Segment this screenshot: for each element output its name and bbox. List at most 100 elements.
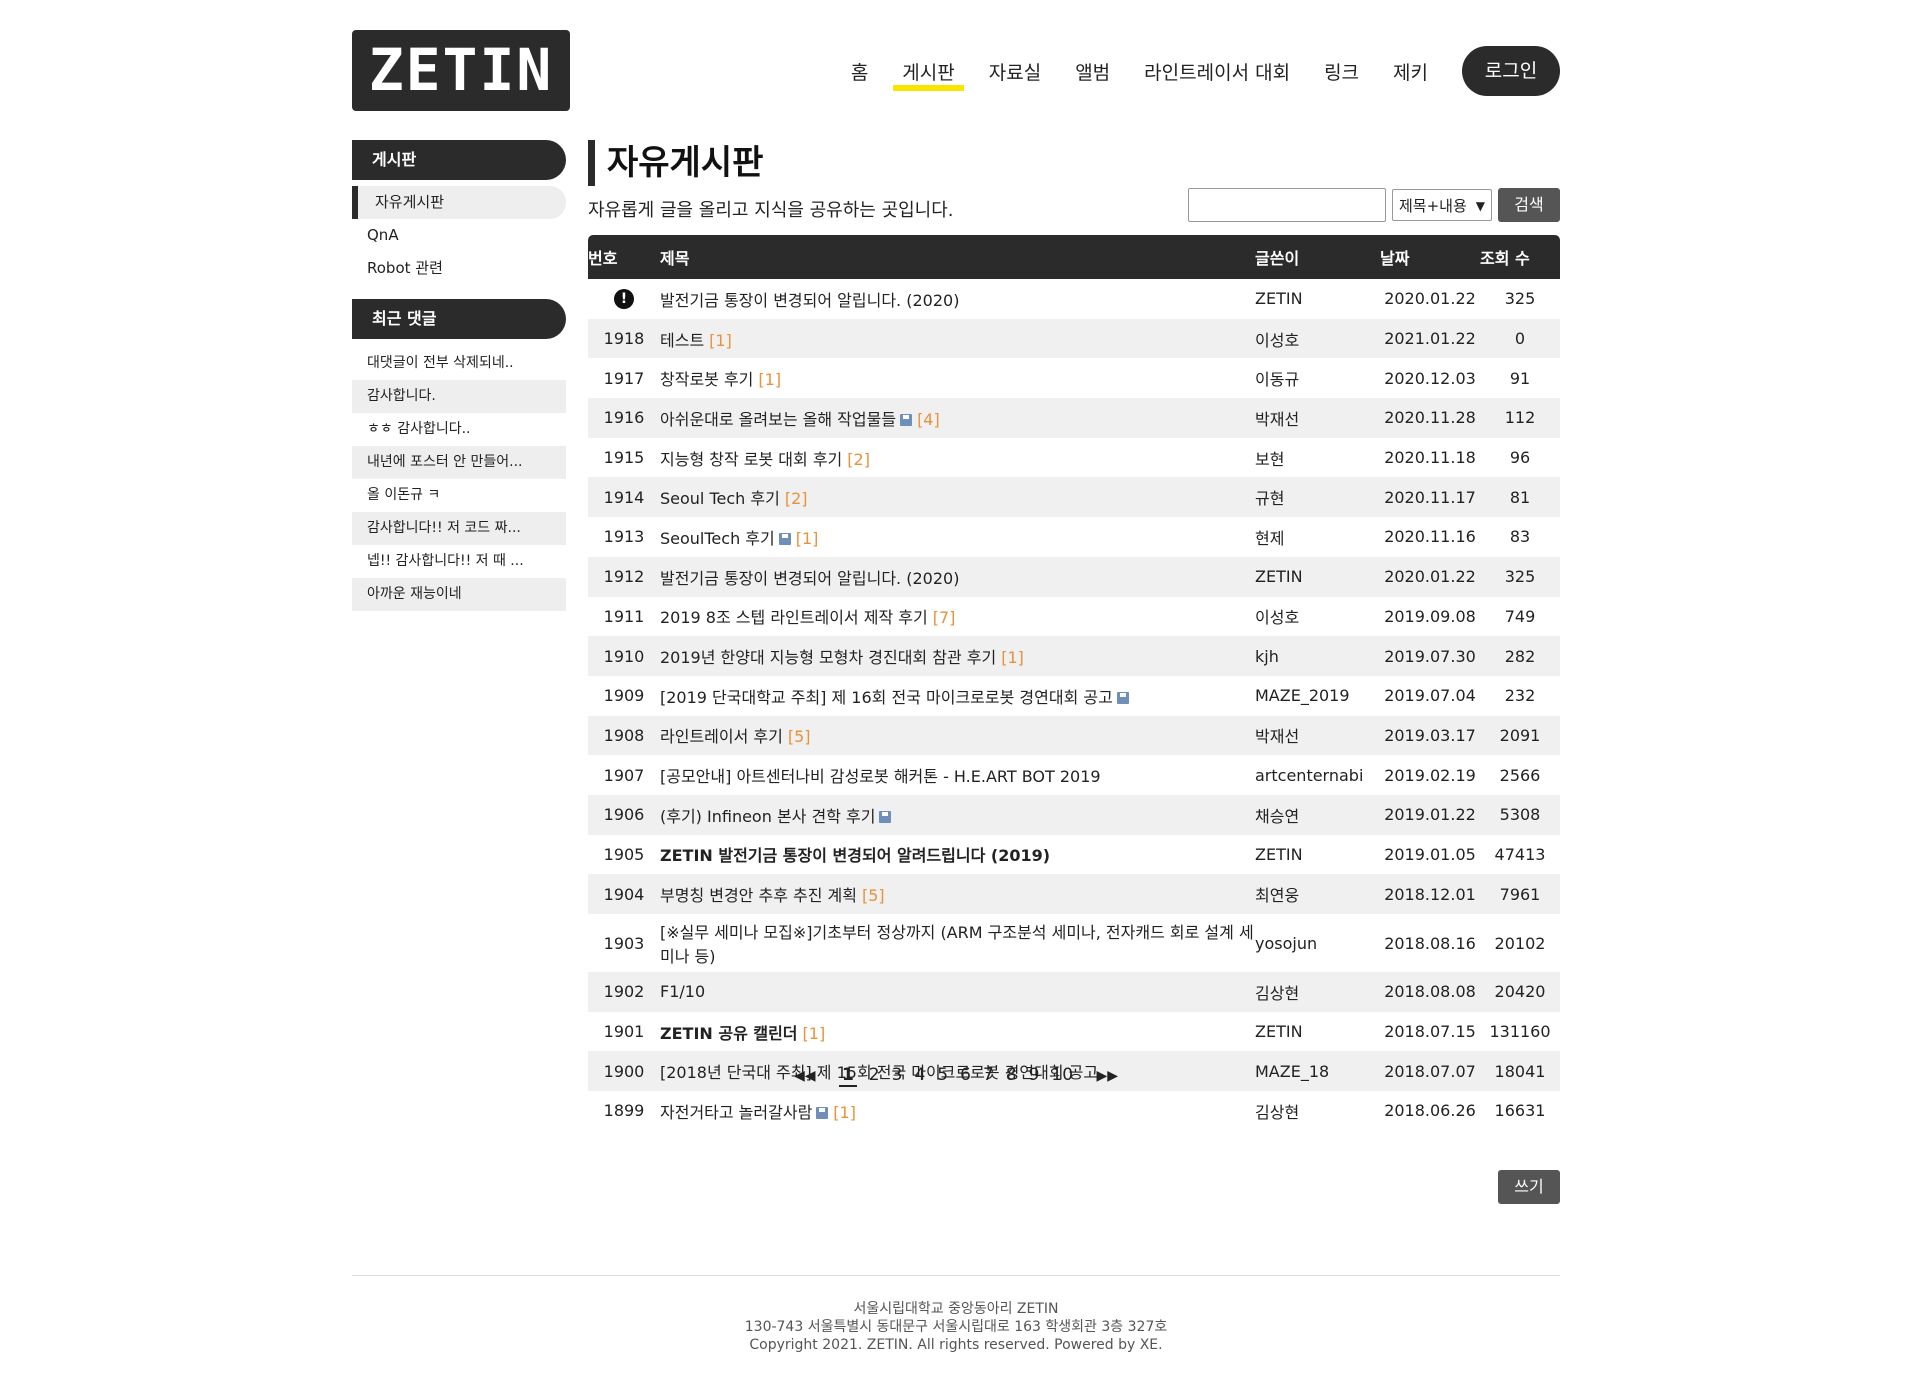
comment-count[interactable]: [2]	[847, 450, 870, 469]
post-title-link[interactable]: [공모안내] 아트센터나비 감성로봇 해커톤 - H.E.ART BOT 201…	[660, 767, 1101, 786]
comment-count[interactable]: [1]	[758, 370, 781, 389]
recent-comment[interactable]: 넵!! 감사합니다!! 저 때 ...	[352, 545, 566, 578]
table-row[interactable]: 1901 ZETIN 공유 캘린더 [1] ZETIN 2018.07.15 131160	[588, 1012, 1560, 1052]
table-row[interactable]: 1917 창작로봇 후기 [1] 이동규 2020.12.03 91	[588, 358, 1560, 398]
recent-comment[interactable]: 감사합니다.	[352, 380, 566, 413]
comment-count[interactable]: [4]	[917, 410, 940, 429]
post-author[interactable]: ZETIN	[1255, 279, 1380, 319]
post-title-link[interactable]: 테스트	[660, 331, 704, 350]
comment-count[interactable]: [1]	[833, 1103, 856, 1122]
post-author[interactable]: ZETIN	[1255, 835, 1380, 875]
post-author[interactable]: 박재선	[1255, 716, 1380, 756]
sidebar-item-qna[interactable]: QnA	[352, 219, 566, 252]
post-author[interactable]: 박재선	[1255, 398, 1380, 438]
search-input[interactable]	[1188, 188, 1386, 222]
post-title-link[interactable]: ZETIN 발전기금 통장이 변경되어 알려드립니다 (2019)	[660, 846, 1050, 865]
post-author[interactable]: 김상현	[1255, 1091, 1380, 1131]
post-title-link[interactable]: 자전거타고 놀러갈사람	[660, 1103, 812, 1122]
login-button[interactable]: 로그인	[1462, 46, 1560, 96]
page-link[interactable]: 2	[869, 1065, 880, 1085]
post-title-link[interactable]: Seoul Tech 후기	[660, 489, 780, 508]
page-link[interactable]: 3	[892, 1065, 903, 1085]
table-row[interactable]: 1913 SeoulTech 후기 [1] 현제 2020.11.16 83	[588, 517, 1560, 557]
table-row[interactable]: 1904 부명칭 변경안 추후 추진 계획 [5] 최연웅 2018.12.01 7961	[588, 874, 1560, 914]
comment-count[interactable]: [5]	[862, 886, 885, 905]
post-author[interactable]: 최연웅	[1255, 874, 1380, 914]
nav-board[interactable]: 게시판	[893, 56, 965, 91]
post-title-link[interactable]: 발전기금 통장이 변경되어 알립니다. (2020)	[660, 569, 959, 588]
comment-count[interactable]: [2]	[785, 489, 808, 508]
post-title-link[interactable]: 아쉬운대로 올려보는 올해 작업물들	[660, 410, 896, 429]
table-row[interactable]: 1902 F1/10 김상현 2018.08.08 20420	[588, 972, 1560, 1012]
table-row[interactable]: 1906 (후기) Infineon 본사 견학 후기 채승연 2019.01.22 5…	[588, 794, 1560, 835]
comment-count[interactable]: [7]	[933, 608, 956, 627]
comment-count[interactable]: [1]	[1001, 648, 1024, 667]
post-title-link[interactable]: [※실무 세미나 모집※]기초부터 정상까지 (ARM 구조분석 세미나, 전자…	[660, 923, 1254, 966]
post-title-link[interactable]: F1/10	[660, 982, 705, 1001]
post-title-link[interactable]: 창작로봇 후기	[660, 370, 753, 389]
post-author[interactable]: 현제	[1255, 517, 1380, 557]
page-link[interactable]: 5	[937, 1065, 948, 1085]
table-row[interactable]: 1905 ZETIN 발전기금 통장이 변경되어 알려드립니다 (2019) ZET…	[588, 835, 1560, 875]
comment-count[interactable]: [5]	[788, 727, 811, 746]
recent-comment[interactable]: 올 이돈규 ㅋ	[352, 479, 566, 512]
notice-row[interactable]: ! 발전기금 통장이 변경되어 알립니다. (2020) ZETIN 2020.01.…	[588, 279, 1560, 319]
table-row[interactable]: 1914 Seoul Tech 후기 [2] 규현 2020.11.17 81	[588, 477, 1560, 518]
post-author[interactable]: kjh	[1255, 636, 1380, 676]
comment-count[interactable]: [1]	[803, 1024, 826, 1043]
post-author[interactable]: ZETIN	[1255, 557, 1380, 597]
comment-count[interactable]: [1]	[796, 529, 819, 548]
recent-comment[interactable]: 감사합니다!! 저 코드 짜...	[352, 512, 566, 545]
post-author[interactable]: 이성호	[1255, 597, 1380, 637]
page-link[interactable]: 10	[1051, 1065, 1073, 1085]
sidebar-item-robot[interactable]: Robot 관련	[352, 252, 566, 285]
first-page-icon[interactable]: ◀◀	[794, 1068, 816, 1084]
col-views[interactable]: 조회 수	[1480, 235, 1560, 279]
page-link[interactable]: 9	[1029, 1065, 1040, 1085]
table-row[interactable]: 1918 테스트 [1] 이성호 2021.01.22 0	[588, 318, 1560, 359]
post-title-link[interactable]: 지능형 창작 로봇 대회 후기	[660, 450, 842, 469]
post-title-link[interactable]: 라인트레이서 후기	[660, 727, 783, 746]
col-date[interactable]: 날짜	[1380, 235, 1480, 279]
post-author[interactable]: ZETIN	[1255, 1012, 1380, 1052]
nav-wiki[interactable]: 제키	[1393, 56, 1428, 87]
search-button[interactable]: 검색	[1498, 188, 1560, 222]
post-title-link[interactable]: ZETIN 공유 캘린더	[660, 1024, 798, 1043]
search-target-select[interactable]: 제목+내용 ▼	[1392, 189, 1492, 221]
nav-archive[interactable]: 자료실	[989, 56, 1041, 87]
post-author[interactable]: 채승연	[1255, 795, 1380, 835]
post-author[interactable]: MAZE_2019	[1255, 676, 1380, 716]
table-row[interactable]: 1915 지능형 창작 로봇 대회 후기 [2] 보현 2020.11.18 96	[588, 438, 1560, 478]
post-author[interactable]: artcenternabi	[1255, 755, 1380, 795]
page-link[interactable]: 4	[914, 1065, 925, 1085]
post-author[interactable]: 보현	[1255, 438, 1380, 478]
table-row[interactable]: 1903 [※실무 세미나 모집※]기초부터 정상까지 (ARM 구조분석 세미나…	[588, 914, 1560, 972]
recent-comment[interactable]: 대댓글이 전부 삭제되네..	[352, 347, 566, 380]
table-row[interactable]: 1916 아쉬운대로 올려보는 올해 작업물들 [4] 박재선 2020.11.28 11…	[588, 398, 1560, 438]
post-author[interactable]: 이동규	[1255, 358, 1380, 398]
comment-count[interactable]: [1]	[709, 331, 732, 350]
post-title-link[interactable]: 발전기금 통장이 변경되어 알립니다. (2020)	[660, 291, 959, 310]
table-row[interactable]: 1908 라인트레이서 후기 [5] 박재선 2019.03.17 2091	[588, 715, 1560, 756]
page-link[interactable]: 6	[960, 1065, 971, 1085]
post-title-link[interactable]: SeoulTech 후기	[660, 529, 775, 548]
table-row[interactable]: 1910 2019년 한양대 지능형 모형차 경진대회 참관 후기 [1] kjh 20…	[588, 636, 1560, 676]
sidebar-item-free-board[interactable]: 자유게시판	[352, 186, 566, 219]
site-logo[interactable]: ZETIN	[352, 30, 570, 111]
post-author[interactable]: yosojun	[1255, 914, 1380, 972]
post-title-link[interactable]: 2019년 한양대 지능형 모형차 경진대회 참관 후기	[660, 648, 996, 667]
post-title-link[interactable]: [2019 단국대학교 주최] 제 16회 전국 마이크로로봇 경연대회 공고	[660, 688, 1113, 707]
post-author[interactable]: 김상현	[1255, 972, 1380, 1012]
recent-comment[interactable]: ㅎㅎ 감사합니다..	[352, 413, 566, 446]
post-author[interactable]: 이성호	[1255, 319, 1380, 359]
table-row[interactable]: 1899 자전거타고 놀러갈사람 [1] 김상현 2018.06.26 16631	[588, 1091, 1560, 1131]
post-title-link[interactable]: 부명칭 변경안 추후 추진 계획	[660, 886, 857, 905]
nav-home[interactable]: 홈	[851, 56, 868, 87]
post-title-link[interactable]: 2019 8조 스텝 라인트레이서 제작 후기	[660, 608, 928, 627]
post-author[interactable]: 규현	[1255, 477, 1380, 517]
table-row[interactable]: 1907 [공모안내] 아트센터나비 감성로봇 해커톤 - H.E.ART BOT…	[588, 755, 1560, 795]
table-row[interactable]: 1912 발전기금 통장이 변경되어 알립니다. (2020) ZETIN 2020.…	[588, 556, 1560, 597]
recent-comment[interactable]: 내년에 포스터 안 만들어...	[352, 446, 566, 479]
nav-links[interactable]: 링크	[1324, 56, 1359, 87]
last-page-icon[interactable]: ▶▶	[1096, 1068, 1118, 1084]
